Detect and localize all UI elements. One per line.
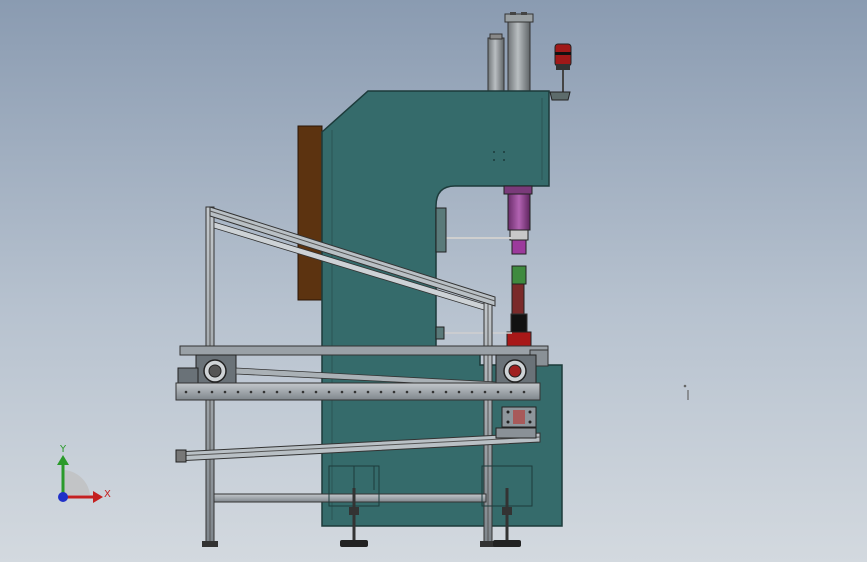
rail-hole [379,390,383,394]
bottom-crossbar [213,493,487,503]
rail-hole [444,390,448,394]
rail-hole [457,390,461,394]
rail-hole [327,390,331,394]
rail-hole [470,390,474,394]
rail-hole [418,390,422,394]
y-axis-label: Y [59,444,67,455]
z-axis-dot [58,492,68,502]
rail-hole [509,390,513,394]
rail-hole [184,390,188,394]
control-box [501,406,537,428]
orientation-triad: Y X [57,444,111,503]
rail-hole [210,390,214,394]
rail-hole [483,390,487,394]
rail-hole [301,390,305,394]
cursor-i-beam-icon [683,384,689,400]
x-axis-label: X [104,489,111,500]
table-rail [175,382,541,401]
rail-hole [223,390,227,394]
rail-hole [353,390,357,394]
guide-bracket-lower [435,326,445,340]
press-machine-model[interactable]: Y X [0,0,867,562]
hydraulic-cylinder-right [504,12,534,93]
rail-hole [236,390,240,394]
rail-hole [431,390,435,394]
cad-viewport[interactable]: Y X [0,0,867,562]
hydraulic-cylinder-left [487,33,505,93]
rail-hole [522,390,526,394]
rail-hole [197,390,201,394]
conveyor-roller-left [195,354,237,386]
rail-hole [314,390,318,394]
guide-bracket-upper [435,207,447,253]
press-ram [503,185,533,255]
conveyor-roller-right [495,354,537,386]
rail-hole [288,390,292,394]
rail-hole [366,390,370,394]
rail-hole [496,390,500,394]
rail-hole [340,390,344,394]
work-table-top [179,345,549,356]
warning-light [549,43,572,101]
rail-hole [275,390,279,394]
c-frame-body [321,90,563,527]
rail-hole [262,390,266,394]
back-plate [297,125,323,301]
rail-hole [392,390,396,394]
lower-die [506,265,532,347]
rail-hole [249,390,253,394]
rail-hole [405,390,409,394]
